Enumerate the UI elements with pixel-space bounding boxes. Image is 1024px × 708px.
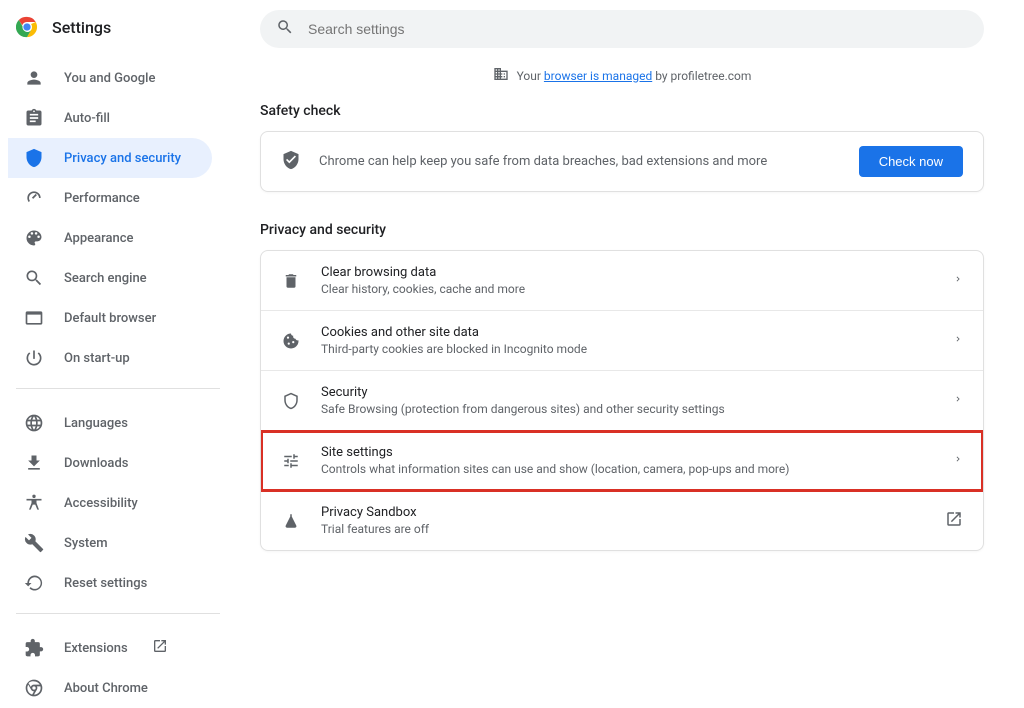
managed-notice: Your browser is managed by profiletree.c… <box>260 66 984 85</box>
sidebar-item-extensions[interactable]: Extensions <box>8 628 212 668</box>
row-subtitle: Clear history, cookies, cache and more <box>321 282 933 296</box>
sidebar-item-label: Auto-fill <box>64 111 110 126</box>
shield-check-icon <box>281 150 301 174</box>
sidebar-item-label: Downloads <box>64 456 128 471</box>
tune-icon <box>281 451 301 471</box>
row-cookies[interactable]: Cookies and other site data Third-party … <box>261 311 983 371</box>
speedometer-icon <box>24 188 44 208</box>
sidebar-item-label: Accessibility <box>64 496 138 511</box>
download-icon <box>24 453 44 473</box>
row-site-settings[interactable]: Site settings Controls what information … <box>261 431 983 491</box>
business-icon <box>493 66 509 85</box>
sidebar-item-system[interactable]: System <box>8 523 212 563</box>
sidebar-item-about[interactable]: About Chrome <box>8 668 212 708</box>
sidebar-item-accessibility[interactable]: Accessibility <box>8 483 212 523</box>
sidebar-item-label: System <box>64 536 108 551</box>
row-title: Security <box>321 385 933 400</box>
sidebar-item-label: Reset settings <box>64 576 147 591</box>
divider <box>16 388 220 389</box>
row-title: Clear browsing data <box>321 265 933 280</box>
row-security[interactable]: Security Safe Browsing (protection from … <box>261 371 983 431</box>
sidebar-item-label: Search engine <box>64 271 147 286</box>
check-now-button[interactable]: Check now <box>859 146 963 177</box>
sidebar-item-label: You and Google <box>64 71 155 86</box>
sidebar-item-label: On start-up <box>64 351 130 366</box>
row-title: Cookies and other site data <box>321 325 933 340</box>
chrome-outline-icon <box>24 678 44 698</box>
sidebar-item-appearance[interactable]: Appearance <box>8 218 212 258</box>
clipboard-icon <box>24 108 44 128</box>
chevron-right-icon <box>953 273 963 288</box>
sidebar-header: Settings <box>0 10 260 54</box>
sidebar-item-performance[interactable]: Performance <box>8 178 212 218</box>
managed-link[interactable]: browser is managed <box>544 69 652 83</box>
sidebar-item-privacy[interactable]: Privacy and security <box>8 138 212 178</box>
accessibility-icon <box>24 493 44 513</box>
cookie-icon <box>281 331 301 351</box>
safety-check-text: Chrome can help keep you safe from data … <box>319 154 841 169</box>
search-icon <box>276 18 294 40</box>
wrench-icon <box>24 533 44 553</box>
sidebar-item-label: Languages <box>64 416 128 431</box>
sidebar-item-label: Extensions <box>64 641 128 656</box>
trash-icon <box>281 271 301 291</box>
row-clear-browsing-data[interactable]: Clear browsing data Clear history, cooki… <box>261 251 983 311</box>
row-title: Site settings <box>321 445 933 460</box>
row-privacy-sandbox[interactable]: Privacy Sandbox Trial features are off <box>261 491 983 550</box>
row-subtitle: Third-party cookies are blocked in Incog… <box>321 342 933 356</box>
restore-icon <box>24 573 44 593</box>
main-content: Your browser is managed by profiletree.c… <box>260 0 1024 626</box>
power-icon <box>24 348 44 368</box>
sidebar-item-label: Appearance <box>64 231 133 246</box>
search-icon <box>24 268 44 288</box>
palette-icon <box>24 228 44 248</box>
search-bar[interactable] <box>260 10 984 48</box>
safety-check-heading: Safety check <box>260 103 984 119</box>
sidebar-item-downloads[interactable]: Downloads <box>8 443 212 483</box>
row-subtitle: Controls what information sites can use … <box>321 462 933 476</box>
sidebar-item-reset[interactable]: Reset settings <box>8 563 212 603</box>
managed-text: Your browser is managed by profiletree.c… <box>517 69 752 83</box>
sidebar-item-you-and-google[interactable]: You and Google <box>8 58 212 98</box>
sidebar-item-label: Performance <box>64 191 140 206</box>
sidebar-item-on-startup[interactable]: On start-up <box>8 338 212 378</box>
sidebar: Settings You and Google Auto-fill Privac… <box>0 0 260 626</box>
globe-icon <box>24 413 44 433</box>
chevron-right-icon <box>953 333 963 348</box>
chrome-logo-icon <box>16 16 38 38</box>
privacy-heading: Privacy and security <box>260 222 984 238</box>
person-icon <box>24 68 44 88</box>
row-subtitle: Safe Browsing (protection from dangerous… <box>321 402 933 416</box>
privacy-settings-list: Clear browsing data Clear history, cooki… <box>260 250 984 551</box>
sidebar-item-autofill[interactable]: Auto-fill <box>8 98 212 138</box>
sidebar-item-search-engine[interactable]: Search engine <box>8 258 212 298</box>
page-title: Settings <box>52 18 111 37</box>
flask-icon <box>281 511 301 531</box>
search-input[interactable] <box>308 21 968 37</box>
shield-outline-icon <box>281 391 301 411</box>
sidebar-item-label: About Chrome <box>64 681 148 696</box>
chevron-right-icon <box>953 393 963 408</box>
row-subtitle: Trial features are off <box>321 522 925 536</box>
sidebar-item-default-browser[interactable]: Default browser <box>8 298 212 338</box>
sidebar-item-label: Privacy and security <box>64 151 181 166</box>
shield-icon <box>24 148 44 168</box>
divider <box>16 613 220 614</box>
safety-check-card: Chrome can help keep you safe from data … <box>260 131 984 192</box>
browser-icon <box>24 308 44 328</box>
chevron-right-icon <box>953 453 963 468</box>
row-title: Privacy Sandbox <box>321 505 925 520</box>
sidebar-item-languages[interactable]: Languages <box>8 403 212 443</box>
open-in-new-icon <box>152 638 168 658</box>
sidebar-item-label: Default browser <box>64 311 156 326</box>
open-in-new-icon <box>945 510 963 532</box>
extension-icon <box>24 638 44 658</box>
